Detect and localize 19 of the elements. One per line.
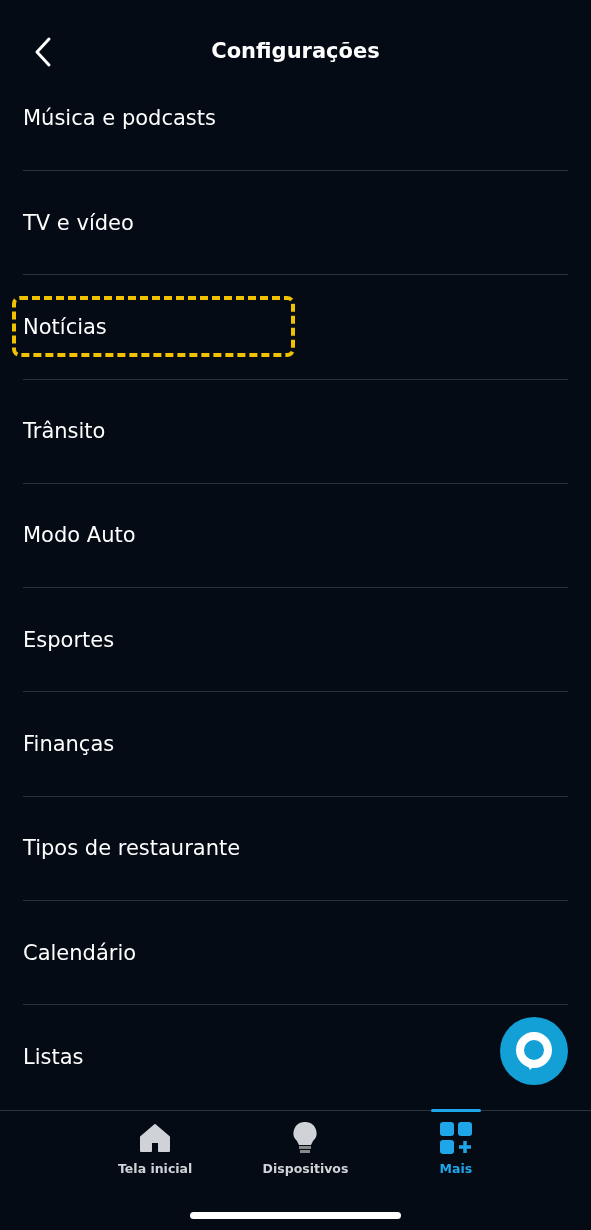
- settings-item[interactable]: Listas: [23, 1043, 84, 1072]
- settings-item[interactable]: Notícias: [23, 312, 107, 341]
- screen-title: Configurações: [210, 38, 381, 65]
- light-bulb-icon: [293, 1120, 318, 1155]
- speech-bubble-icon: [514, 1029, 554, 1072]
- settings-item[interactable]: TV e vídeo: [23, 208, 134, 237]
- settings-item[interactable]: Tipos de restaurante: [23, 834, 241, 863]
- nav-tab[interactable]: Dispositivos: [230, 1110, 381, 1189]
- settings-item[interactable]: Modo Auto: [23, 521, 136, 550]
- home-icon: [139, 1121, 172, 1154]
- settings-item[interactable]: Esportes: [23, 625, 115, 654]
- back-icon[interactable]: [33, 36, 53, 68]
- settings-item[interactable]: Trânsito: [23, 417, 106, 446]
- grid-plus-icon: [439, 1121, 472, 1154]
- settings-item[interactable]: Finanças: [23, 730, 115, 759]
- nav-tab[interactable]: Tela inicial: [80, 1110, 231, 1189]
- settings-item[interactable]: Calendário: [23, 938, 137, 967]
- nav-tab[interactable]: Mais: [380, 1110, 531, 1189]
- settings-item[interactable]: Música e podcasts: [23, 104, 216, 133]
